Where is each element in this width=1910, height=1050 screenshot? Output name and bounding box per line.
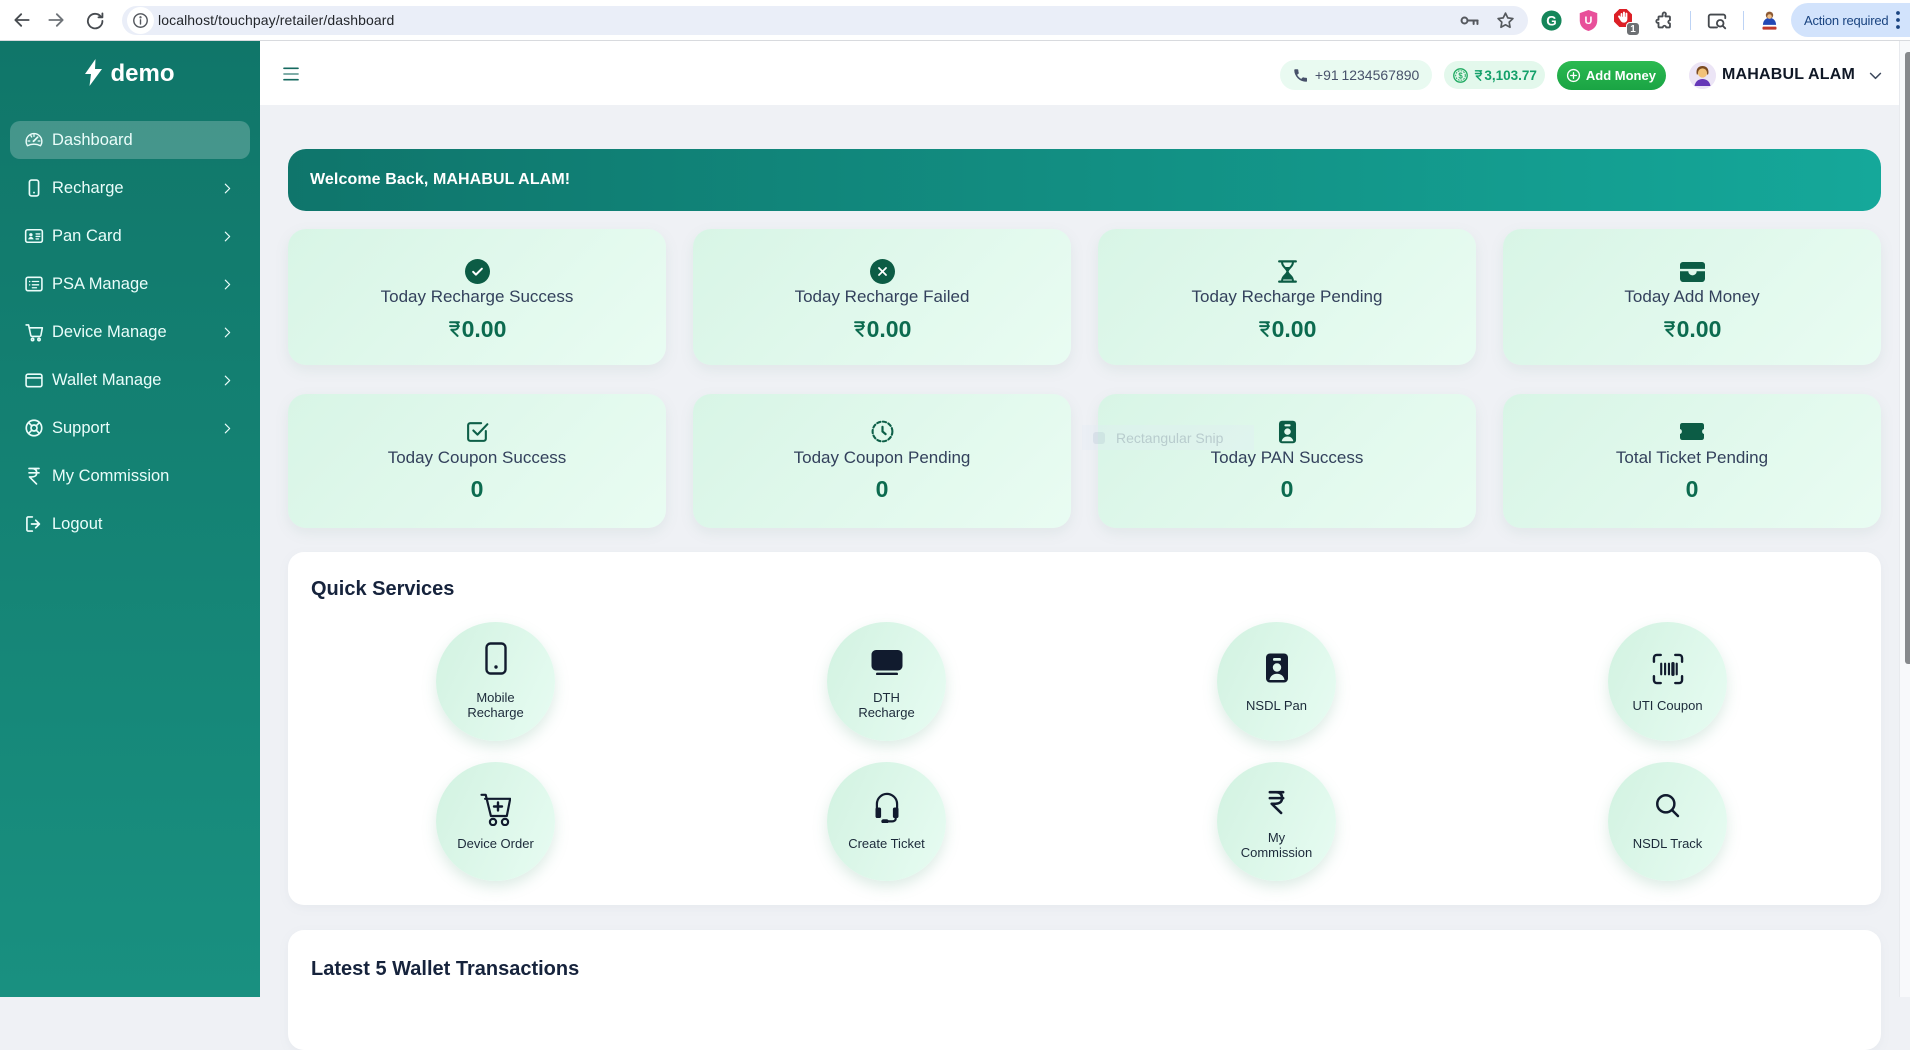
svg-text:$: $ bbox=[1459, 71, 1464, 80]
svg-text:U: U bbox=[1585, 15, 1593, 27]
svg-text:G: G bbox=[1546, 13, 1556, 28]
